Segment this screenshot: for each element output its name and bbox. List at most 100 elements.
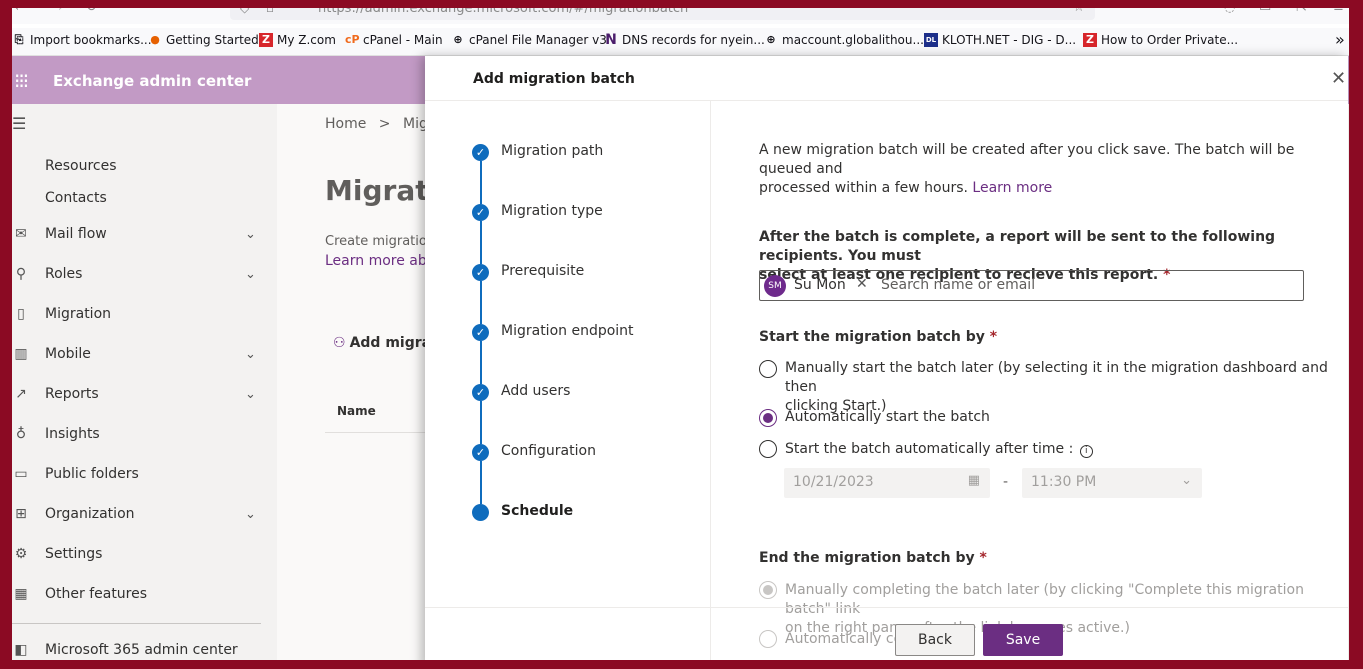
intro-text: A new migration batch will be created af… — [759, 142, 1295, 196]
mobile-icon: ▥ — [14, 346, 28, 362]
step-check-icon: ✓ — [472, 384, 489, 401]
step-check-icon: ✓ — [472, 144, 489, 161]
chevron-down-icon[interactable]: ⌄ — [245, 507, 256, 522]
sidebar-item-label: Settings — [45, 546, 103, 562]
insights-icon: ♁ — [15, 426, 27, 442]
step-check-icon: ✓ — [472, 264, 489, 281]
sidebar-item-roles[interactable]: ⚲ Roles ⌄ — [0, 259, 277, 289]
globe-icon: ⊕ — [453, 33, 463, 46]
learn-more-link[interactable]: Learn more — [972, 180, 1052, 196]
sidebar-item-migration[interactable]: ▯ Migration — [0, 299, 277, 329]
start-after-time-radio[interactable] — [759, 440, 777, 458]
end-auto-radio[interactable] — [759, 630, 777, 648]
step-label[interactable]: Migration endpoint — [501, 323, 634, 339]
sidebar-item-settings[interactable]: ⚙ Settings — [0, 539, 277, 569]
frame-border-top — [0, 0, 1363, 8]
sidebar-item-public-folders[interactable]: ▭ Public folders — [0, 459, 277, 489]
chevron-down-icon[interactable]: ⌄ — [245, 347, 256, 362]
sidebar-item-label: Contacts — [45, 190, 107, 206]
bookmark-item[interactable]: cP cPanel - Main — [345, 33, 443, 47]
bookmark-item[interactable]: ⎘ Import bookmarks... — [12, 33, 152, 47]
frame-border-bottom — [0, 660, 1363, 669]
bookmark-item[interactable]: ⊕ maccount.globalithou... — [764, 33, 924, 47]
app-title: Exchange admin center — [53, 72, 252, 90]
frame-border-left — [0, 0, 12, 669]
bookmark-item[interactable]: Z My Z.com — [259, 33, 336, 47]
app-launcher-icon[interactable]: ⁝⁝⁝ — [14, 69, 29, 93]
sidebar-item-label: Mail flow — [45, 226, 107, 242]
n-logo-icon: N — [605, 32, 617, 48]
grid-icon: ▦ — [14, 586, 28, 602]
start-manual-radio[interactable] — [759, 360, 777, 378]
step-label[interactable]: Add users — [501, 383, 570, 399]
step-label[interactable]: Prerequisite — [501, 263, 584, 279]
close-icon[interactable]: ✕ — [1331, 68, 1346, 89]
sidebar-item-organization[interactable]: ⊞ Organization ⌄ — [0, 499, 277, 529]
bookmark-item[interactable]: DL KLOTH.NET - DIG - D... — [924, 33, 1076, 47]
column-header-name[interactable]: Name — [337, 404, 376, 418]
gear-icon: ⚙ — [14, 546, 28, 562]
remove-recipient-icon[interactable]: ✕ — [856, 276, 868, 292]
nav-divider — [12, 623, 261, 624]
firefox-icon: ● — [150, 33, 160, 46]
info-icon[interactable]: i — [1079, 445, 1093, 458]
bookmarks-bar: ⎘ Import bookmarks... ● Getting Started ZM… — [0, 28, 1363, 56]
hamburger-icon[interactable]: ☰ — [12, 114, 26, 133]
start-time-dropdown[interactable]: 11:30 PM ⌄ — [1022, 468, 1202, 498]
recipient-picker[interactable]: SM Su Mon ✕ — [759, 270, 1304, 301]
import-icon: ⎘ — [14, 33, 24, 46]
calendar-icon: ▦ — [967, 473, 980, 488]
start-auto-radio[interactable] — [759, 409, 777, 427]
step-current-icon — [472, 504, 489, 521]
sidebar-item-label: Mobile — [45, 346, 91, 362]
avatar: SM — [764, 275, 786, 297]
bookmark-item[interactable]: ⊕ cPanel File Manager v3 — [451, 33, 606, 47]
step-check-icon: ✓ — [472, 204, 489, 221]
sidebar-item-contacts[interactable]: Contacts — [0, 183, 277, 213]
add-migration-batch-panel: Add migration batch ✕ ✓ Migration path ✓ Mi… — [425, 56, 1348, 669]
bookmark-item[interactable]: N DNS records for nyein... — [604, 33, 765, 47]
sidebar-item-mail-flow[interactable]: ✉ Mail flow ⌄ — [0, 219, 277, 249]
organization-icon: ⊞ — [15, 506, 27, 522]
step-label[interactable]: Schedule — [501, 503, 573, 519]
back-button[interactable]: Back — [895, 624, 975, 656]
step-connector — [480, 221, 482, 264]
sidebar-item-label: Roles — [45, 266, 83, 282]
sidebar-item-label: Insights — [45, 426, 100, 442]
step-connector — [480, 461, 482, 504]
steps-divider — [710, 101, 711, 669]
save-button[interactable]: Save — [983, 624, 1063, 656]
sidebar-item-reports[interactable]: ↗ Reports ⌄ — [0, 379, 277, 409]
add-migration-batch-button[interactable]: ⚇ Add migrat — [333, 335, 438, 351]
bookmark-item[interactable]: ● Getting Started — [148, 33, 259, 47]
start-date-picker[interactable]: 10/21/2023 ▦ — [784, 468, 990, 498]
chevron-down-icon[interactable]: ⌄ — [245, 387, 256, 402]
sidebar-item-other-features[interactable]: ▦ Other features — [0, 579, 277, 609]
chevron-down-icon[interactable]: ⌄ — [245, 267, 256, 282]
folder-icon: ▭ — [14, 466, 28, 482]
z-logo-icon: Z — [1083, 33, 1097, 47]
step-label[interactable]: Configuration — [501, 443, 596, 459]
start-auto-label: Automatically start the batch — [785, 409, 990, 425]
sidebar-item-label: Public folders — [45, 466, 139, 482]
step-connector — [480, 281, 482, 324]
chevron-down-icon: ⌄ — [1181, 473, 1192, 488]
sidebar-item-insights[interactable]: ♁ Insights — [0, 419, 277, 449]
step-label[interactable]: Migration path — [501, 143, 603, 159]
cpanel-icon: cP — [345, 33, 360, 46]
step-connector — [480, 401, 482, 444]
bookmark-item[interactable]: Z How to Order Private... — [1083, 33, 1238, 47]
step-check-icon: ✓ — [472, 444, 489, 461]
page-description: Create migration — [325, 234, 436, 249]
panel-header-divider — [425, 100, 1348, 101]
end-manual-radio[interactable] — [759, 581, 777, 599]
recipient-search-input[interactable] — [881, 275, 1281, 295]
step-label[interactable]: Migration type — [501, 203, 603, 219]
sidebar-item-resources[interactable]: Resources — [0, 151, 277, 181]
kloth-icon: DL — [924, 33, 938, 47]
start-after-time-label: Start the batch automatically after time… — [785, 440, 1093, 459]
breadcrumb-home[interactable]: Home — [325, 116, 366, 132]
bookmarks-overflow-icon[interactable]: » — [1335, 30, 1345, 49]
chevron-down-icon[interactable]: ⌄ — [245, 227, 256, 242]
sidebar-item-mobile[interactable]: ▥ Mobile ⌄ — [0, 339, 277, 369]
